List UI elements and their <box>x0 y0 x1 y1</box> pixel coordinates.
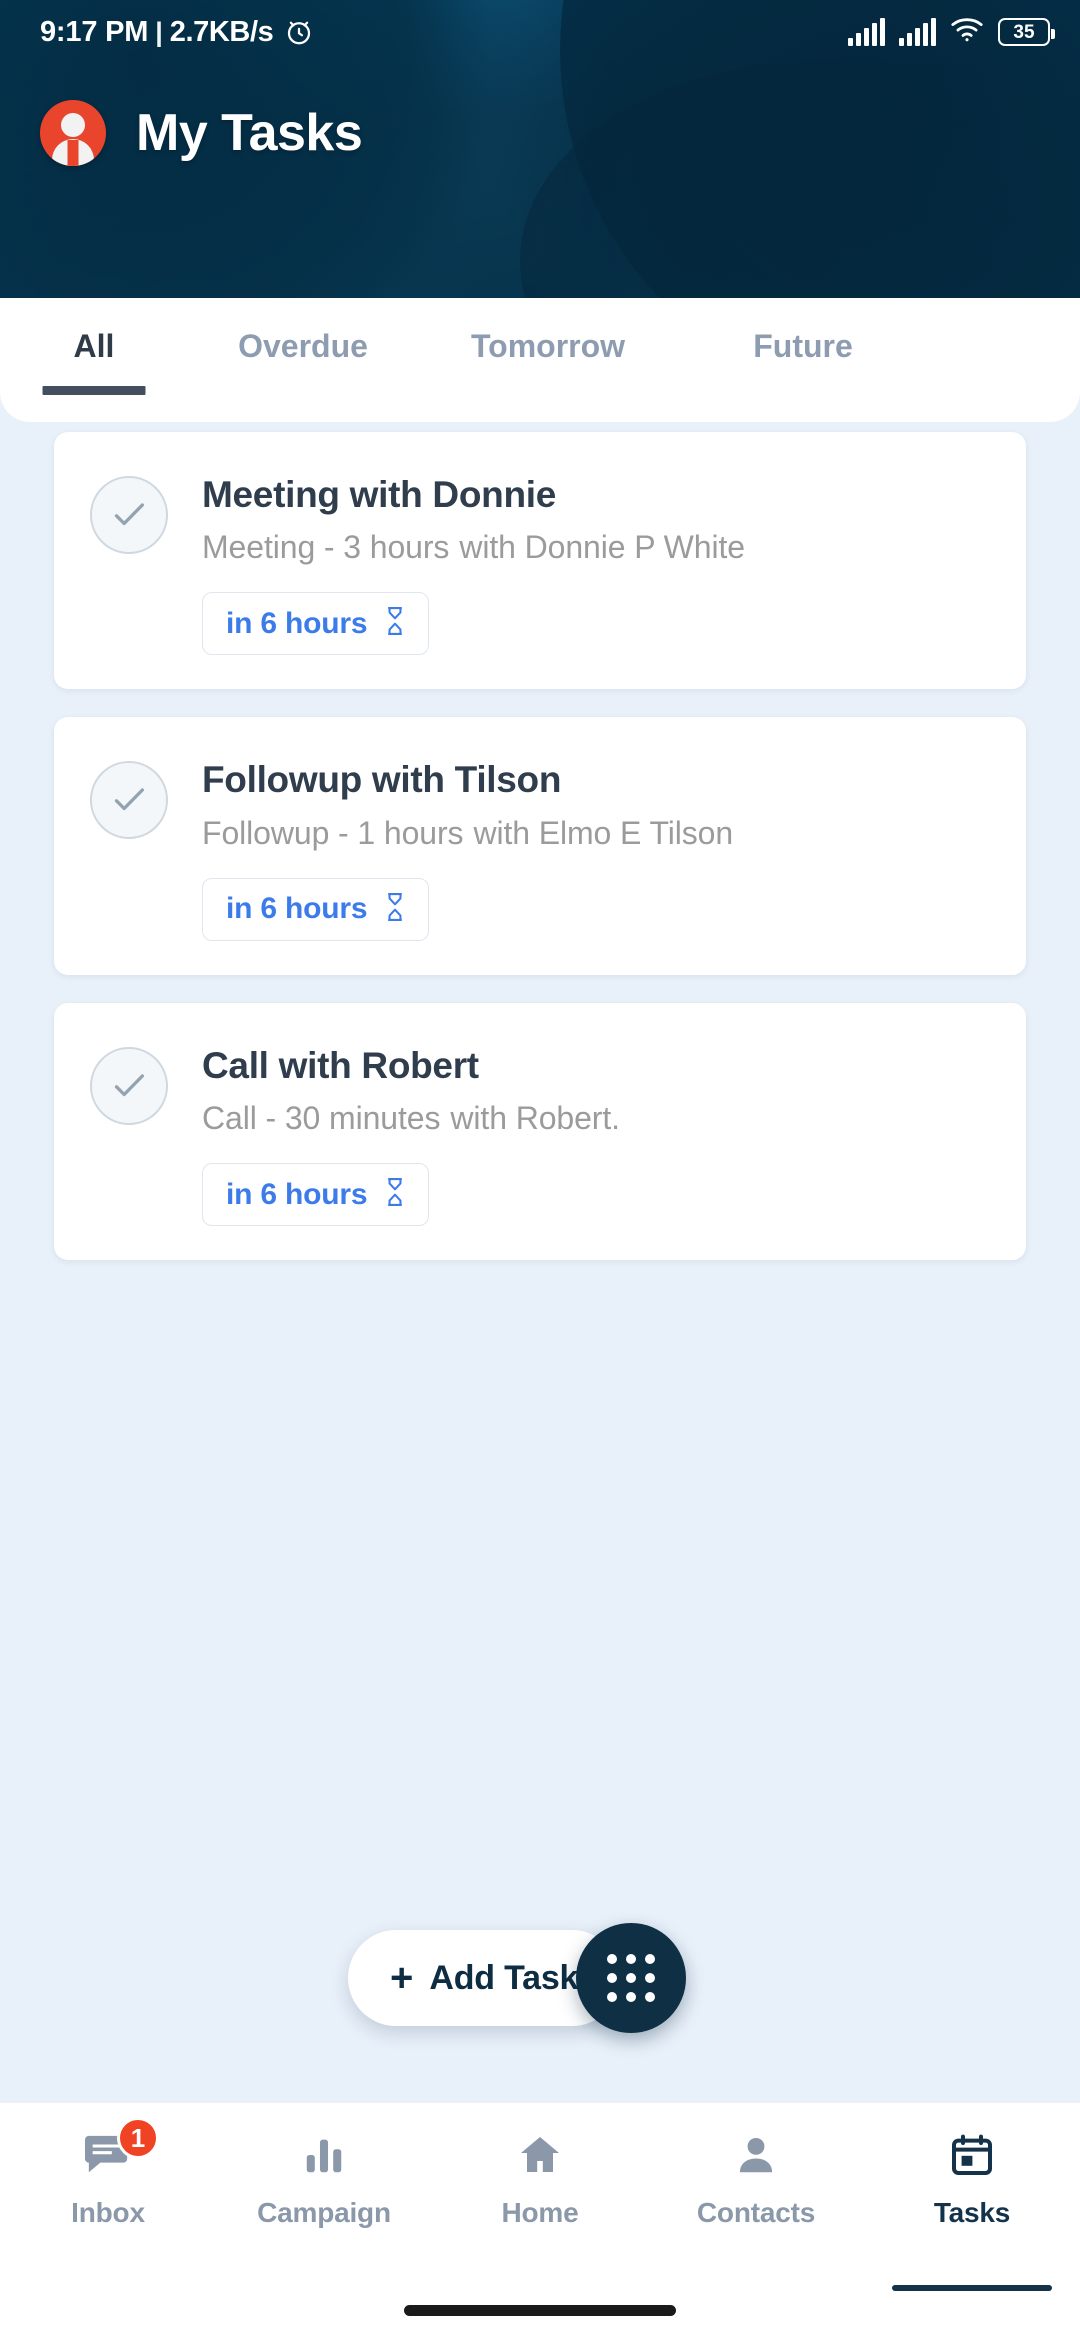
app-header: 9:17 PM | 2.7KB/s 35 My Tasks <box>0 0 1080 298</box>
status-separator: | <box>155 16 163 47</box>
nav-label-campaign: Campaign <box>257 2197 391 2228</box>
chat-bubble-icon: 1 <box>83 2117 159 2181</box>
inbox-unread-badge: 1 <box>117 2117 159 2159</box>
signal-bars-icon <box>848 18 885 46</box>
task-due-label: in 6 hours <box>226 892 368 926</box>
header-title-row: My Tasks <box>40 100 363 166</box>
home-gesture-indicator[interactable] <box>404 2305 676 2316</box>
page-title: My Tasks <box>136 104 363 162</box>
battery-level-text: 35 <box>1013 21 1035 43</box>
bar-chart-icon <box>301 2129 347 2181</box>
task-title: Call with Robert <box>202 1044 479 1086</box>
nav-label-inbox: Inbox <box>71 2197 145 2228</box>
task-due-badge[interactable]: in 6 hours <box>202 592 430 656</box>
task-subtitle: Followup - 1 hours with Elmo E Tilson <box>202 815 990 852</box>
check-circle-icon[interactable] <box>90 476 168 554</box>
task-meta: Meeting - 3 hours <box>202 529 450 566</box>
nav-label-home: Home <box>501 2197 579 2228</box>
nav-item-contacts[interactable]: Contacts <box>648 2129 864 2263</box>
task-card[interactable]: Followup with Tilson Followup - 1 hours w… <box>54 717 1026 975</box>
hourglass-icon <box>383 892 407 927</box>
nav-item-campaign[interactable]: Campaign <box>216 2129 432 2263</box>
task-meta: Followup - 1 hours <box>202 814 464 851</box>
alarm-clock-icon <box>284 17 314 47</box>
task-due-badge[interactable]: in 6 hours <box>202 877 430 941</box>
avatar-head <box>61 113 85 137</box>
task-contact: with Donnie P White <box>459 529 745 566</box>
wifi-icon <box>950 16 984 48</box>
status-bar: 9:17 PM | 2.7KB/s 35 <box>0 0 1080 64</box>
nav-item-tasks[interactable]: Tasks <box>864 2129 1080 2263</box>
hourglass-icon <box>383 1177 407 1212</box>
status-bar-left: 9:17 PM | 2.7KB/s <box>40 16 314 49</box>
task-title: Meeting with Donnie <box>202 474 557 515</box>
status-bar-right: 35 <box>848 16 1055 48</box>
tab-all[interactable]: All <box>0 328 188 379</box>
bottom-nav-items: 1 Inbox Campaign Home Contacts Tasks <box>0 2103 1080 2263</box>
person-icon <box>733 2129 779 2181</box>
nav-label-contacts: Contacts <box>696 2197 816 2228</box>
dots-grid-glyph <box>607 1954 655 2002</box>
status-network-speed: 2.7KB/s <box>169 15 274 48</box>
task-contact: with Robert. <box>450 1100 620 1137</box>
hourglass-icon <box>383 606 407 641</box>
task-card[interactable]: Call with Robert Call - 30 minutes with R… <box>54 1002 1026 1261</box>
task-card-body: Call with Robert Call - 30 minutes with R… <box>202 1043 990 1227</box>
task-contact: with Elmo E Tilson <box>473 814 734 851</box>
tab-future[interactable]: Future <box>678 328 928 379</box>
avatar-tie <box>67 140 79 166</box>
task-card[interactable]: Meeting with Donnie Meeting - 3 hours wit… <box>54 432 1026 690</box>
task-subtitle: Call - 30 minutes with Robert. <box>202 1100 990 1137</box>
check-circle-icon[interactable] <box>90 1046 168 1125</box>
tab-tomorrow[interactable]: Tomorrow <box>418 328 678 379</box>
nav-item-home[interactable]: Home <box>432 2129 648 2263</box>
status-time: 9:17 PM <box>40 15 149 48</box>
nav-label-tasks: Tasks <box>933 2197 1011 2228</box>
check-circle-icon[interactable] <box>90 761 168 840</box>
dots-grid-icon[interactable] <box>576 1923 686 2033</box>
nav-item-inbox[interactable]: 1 Inbox <box>0 2117 216 2263</box>
task-card-body: Meeting with Donnie Meeting - 3 hours wit… <box>202 472 990 656</box>
task-list: Meeting with Donnie Meeting - 3 hours wit… <box>0 432 1080 1288</box>
add-task-label: Add Task <box>429 1958 579 1997</box>
tab-overdue[interactable]: Overdue <box>188 328 418 379</box>
battery-icon: 35 <box>998 18 1055 46</box>
task-card-body: Followup with Tilson Followup - 1 hours w… <box>202 757 990 941</box>
task-subtitle: Meeting - 3 hours with Donnie P White <box>202 529 990 566</box>
task-due-label: in 6 hours <box>226 1177 368 1211</box>
user-avatar-icon[interactable] <box>40 100 106 166</box>
signal-bars-icon-2 <box>899 18 936 46</box>
task-title: Followup with Tilson <box>202 759 562 801</box>
tab-list: All Overdue Tomorrow Future <box>0 298 1080 422</box>
plus-icon: + <box>390 1956 414 2000</box>
tab-bar: All Overdue Tomorrow Future <box>0 298 1080 422</box>
task-due-label: in 6 hours <box>226 606 368 640</box>
home-icon <box>515 2129 565 2181</box>
task-due-badge[interactable]: in 6 hours <box>202 1163 430 1227</box>
bottom-navigation: 1 Inbox Campaign Home Contacts Tasks <box>0 2102 1080 2340</box>
task-meta: Call - 30 minutes <box>202 1100 441 1137</box>
calendar-icon <box>948 2129 996 2181</box>
